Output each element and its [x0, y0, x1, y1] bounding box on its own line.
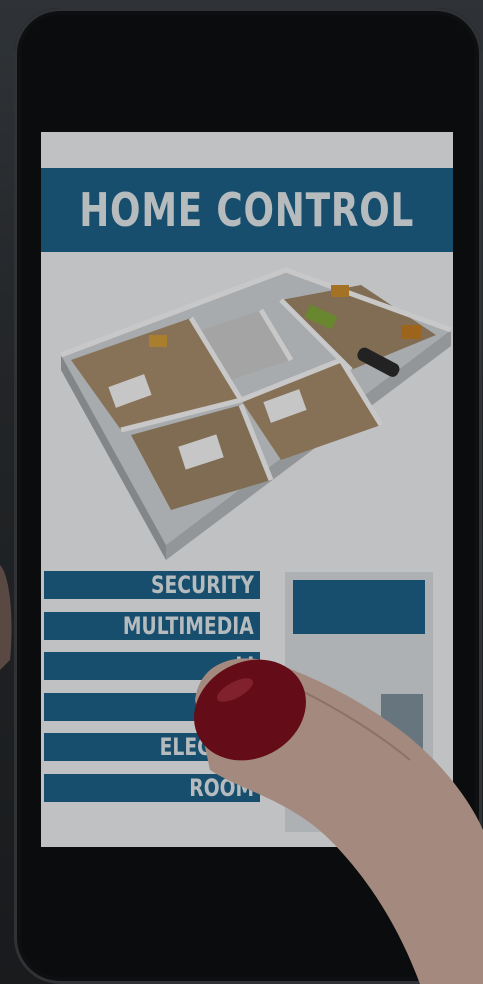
menu-item-label: ELECTRO	[159, 733, 254, 761]
status-bar	[325, 708, 349, 792]
menu-item-electronics[interactable]: ELECTRO	[44, 733, 260, 761]
menu-item-label: MULTIMEDIA	[123, 611, 254, 640]
title-bar: HOME CONTROL	[41, 168, 453, 252]
status-panel-header	[293, 580, 425, 634]
status-bar	[295, 708, 321, 792]
status-panel	[285, 572, 433, 832]
menu-item-security[interactable]: SECURITY	[44, 571, 260, 599]
menu-list: SECURITY MULTIMEDIA LI CL ELECTRO ROOM	[44, 571, 260, 814]
app-title: HOME CONTROL	[79, 183, 415, 237]
status-bar	[381, 694, 423, 792]
phone-screen: HOME CONTROL SECURITY MULTIMEDIA LI CL E…	[41, 132, 453, 847]
menu-item-multimedia[interactable]: MULTIMEDIA	[44, 611, 260, 640]
house-floorplan-illustration	[60, 267, 452, 560]
menu-item-climate[interactable]: CL	[44, 692, 260, 721]
menu-item-label: LI	[235, 652, 254, 680]
menu-item-rooms[interactable]: ROOM	[44, 773, 260, 802]
menu-item-label: CL	[228, 692, 254, 721]
menu-item-label: SECURITY	[151, 571, 254, 599]
menu-item-lighting[interactable]: LI	[44, 652, 260, 680]
menu-item-label: ROOM	[189, 773, 254, 802]
